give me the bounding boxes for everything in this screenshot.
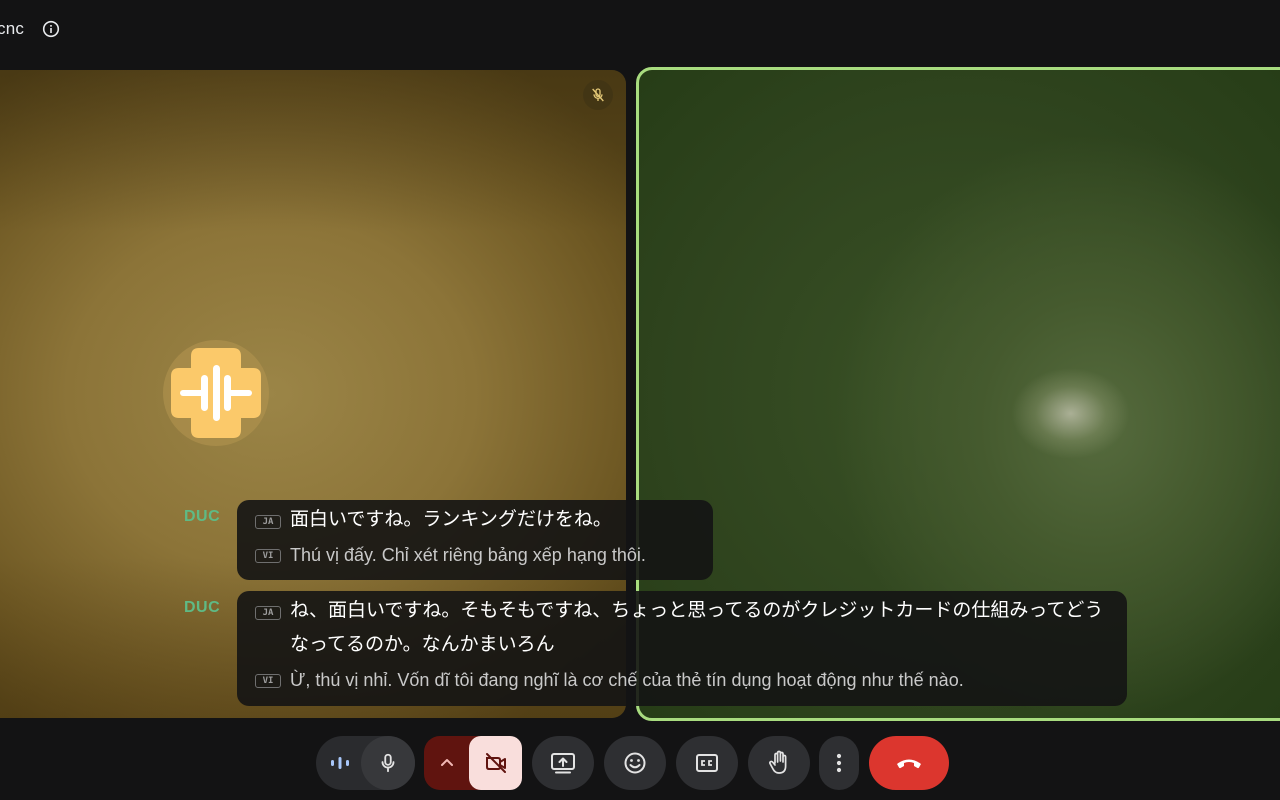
camera-toggle-button[interactable] [469,736,522,790]
camera-control-group [424,736,522,790]
mic-icon [381,753,395,773]
audio-level-icon [331,757,349,769]
microphone-button[interactable] [361,736,415,790]
end-call-button[interactable] [869,736,949,790]
language-tag: JA [255,606,281,620]
audio-waveform-icon [171,348,261,438]
caption-bubble: JA 面白いですね。ランキングだけをね。 VI Thú vị đấy. Chỉ … [237,500,713,580]
caption-original-text: ね、面白いですね。そもそもですね、ちょっと思ってるのがクレジットカードの仕組みっ… [290,600,1104,655]
end-call-icon [897,759,921,769]
emoji-reaction-button[interactable] [604,736,666,790]
present-screen-button[interactable] [532,736,594,790]
top-bar: cnc [0,0,1280,60]
language-tag: VI [255,674,281,688]
caption-speaker-name: DUC [184,508,221,525]
info-icon[interactable] [42,20,60,38]
captions-button[interactable] [676,736,738,790]
present-screen-icon [551,753,575,774]
camera-off-icon [485,753,506,773]
audio-control-group [316,736,415,790]
chevron-up-icon[interactable] [436,752,458,774]
more-options-button[interactable] [819,736,859,790]
captions-icon [696,754,718,772]
language-tag: VI [255,549,281,563]
emoji-icon [624,752,646,774]
participant-avatar [163,340,269,446]
language-tag: JA [255,515,281,529]
raise-hand-icon [769,750,787,774]
caption-bubble: JA ね、面白いですね。そもそもですね、ちょっと思ってるのがクレジットカードの仕… [237,591,1127,706]
meeting-title: cnc [0,19,25,38]
caption-translation-text: Ừ, thú vị nhỉ. Vốn dĩ tôi đang nghĩ là c… [290,670,964,690]
raise-hand-button[interactable] [748,736,810,790]
more-options-icon [836,753,842,773]
call-controls-bar [0,722,1280,800]
caption-original-text: 面白いですね。ランキングだけをね。 [290,509,612,530]
mic-off-icon [583,80,613,110]
caption-speaker-name: DUC [184,599,221,616]
caption-translation-text: Thú vị đấy. Chỉ xét riêng bảng xếp hạng … [290,545,646,565]
